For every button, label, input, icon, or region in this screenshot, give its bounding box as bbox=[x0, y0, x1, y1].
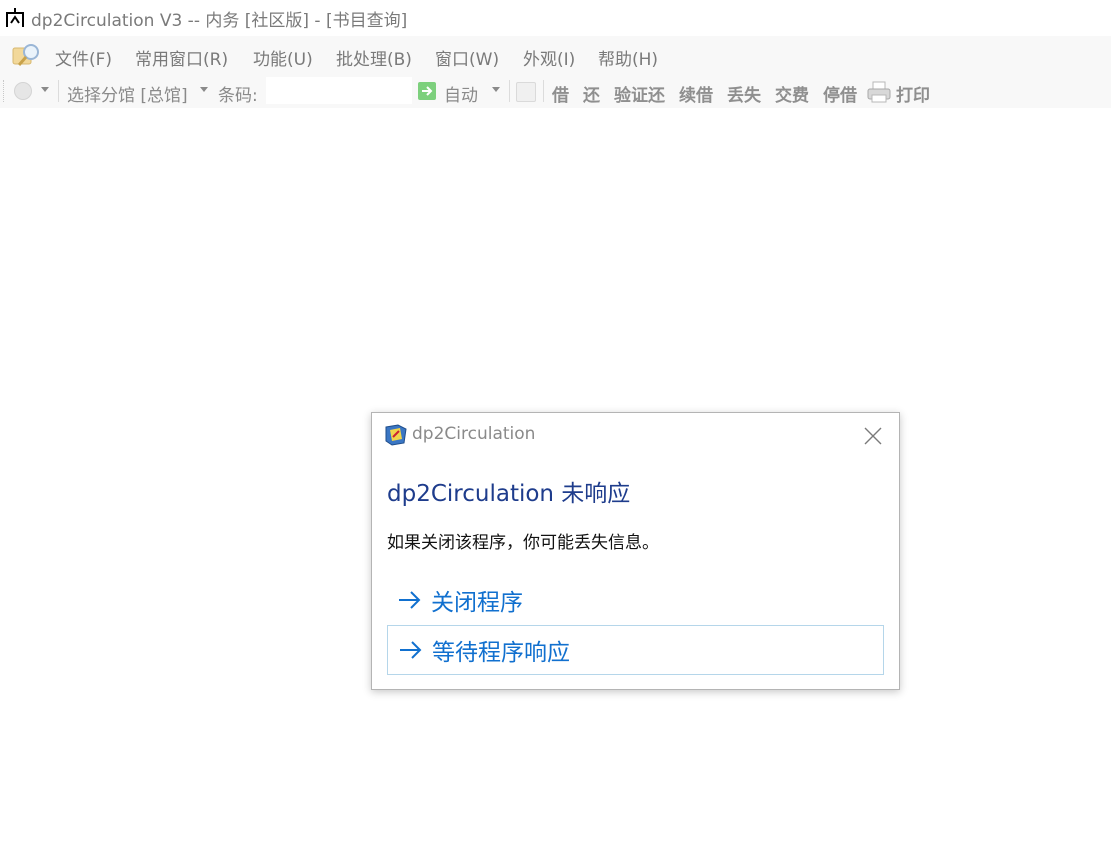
barcode-input[interactable] bbox=[266, 77, 412, 104]
menu-file[interactable]: 文件(F) bbox=[55, 45, 112, 70]
suspend-borrow-button[interactable]: 停借 bbox=[823, 81, 857, 106]
arrow-right-icon bbox=[400, 641, 422, 659]
stop-dropdown-arrow-icon[interactable] bbox=[41, 87, 49, 92]
menu-help[interactable]: 帮助(H) bbox=[598, 45, 658, 70]
return-button[interactable]: 还 bbox=[583, 81, 600, 106]
toolbar-grip[interactable] bbox=[3, 80, 7, 102]
app-window-icon bbox=[385, 424, 407, 446]
refresh-icon[interactable] bbox=[516, 82, 536, 102]
verify-return-button[interactable]: 验证还 bbox=[614, 81, 665, 106]
lost-button[interactable]: 丢失 bbox=[727, 81, 761, 106]
dialog-message: 如果关闭该程序，你可能丢失信息。 bbox=[387, 533, 659, 553]
auto-mode-button[interactable]: 自动 bbox=[444, 81, 478, 106]
stop-icon[interactable] bbox=[14, 82, 32, 100]
menu-functions[interactable]: 功能(U) bbox=[253, 45, 313, 70]
title-bar: dp2Circulation V3 -- 内务 [社区版] - [书目查询] bbox=[0, 0, 1111, 34]
arrow-right-icon bbox=[399, 591, 421, 609]
wait-for-program-label: 等待程序响应 bbox=[432, 640, 570, 666]
wait-for-program-button[interactable]: 等待程序响应 bbox=[387, 625, 884, 675]
library-selector[interactable]: 选择分馆 [总馆] bbox=[67, 81, 188, 106]
menu-common-windows[interactable]: 常用窗口(R) bbox=[135, 45, 228, 70]
not-responding-dialog: dp2Circulation dp2Circulation 未响应 如果关闭该程… bbox=[371, 412, 900, 690]
window-title: dp2Circulation V3 -- 内务 [社区版] - [书目查询] bbox=[31, 11, 408, 31]
printer-icon[interactable] bbox=[867, 81, 891, 103]
arrow-right-icon bbox=[418, 82, 436, 100]
print-button[interactable]: 打印 bbox=[896, 81, 930, 106]
library-dropdown-arrow-icon[interactable] bbox=[200, 87, 208, 92]
menu-window[interactable]: 窗口(W) bbox=[435, 45, 499, 70]
pay-fee-button[interactable]: 交费 bbox=[775, 81, 809, 106]
menu-appearance[interactable]: 外观(I) bbox=[523, 45, 575, 70]
spider-logo-icon bbox=[6, 8, 24, 27]
toolbar-separator bbox=[509, 80, 510, 102]
auto-dropdown-arrow-icon[interactable] bbox=[492, 87, 500, 92]
dialog-title: dp2Circulation bbox=[412, 424, 536, 444]
barcode-label: 条码: bbox=[218, 86, 258, 106]
magnifier-folder-icon[interactable] bbox=[11, 40, 43, 70]
close-program-label: 关闭程序 bbox=[431, 590, 523, 616]
toolbar: 选择分馆 [总馆] 条码: 自动 借 还 验证还 续借 丢失 交费 停借 打印 bbox=[0, 74, 1111, 108]
menu-bar: 文件(F) 常用窗口(R) 功能(U) 批处理(B) 窗口(W) 外观(I) 帮… bbox=[0, 36, 1111, 74]
toolbar-separator bbox=[58, 80, 59, 102]
toolbar-separator bbox=[543, 80, 544, 102]
close-icon[interactable] bbox=[862, 425, 884, 447]
menu-batch[interactable]: 批处理(B) bbox=[336, 45, 412, 70]
close-program-button[interactable]: 关闭程序 bbox=[387, 575, 884, 625]
dialog-heading: dp2Circulation 未响应 bbox=[387, 481, 631, 507]
borrow-button[interactable]: 借 bbox=[552, 81, 569, 106]
renew-button[interactable]: 续借 bbox=[679, 81, 713, 106]
